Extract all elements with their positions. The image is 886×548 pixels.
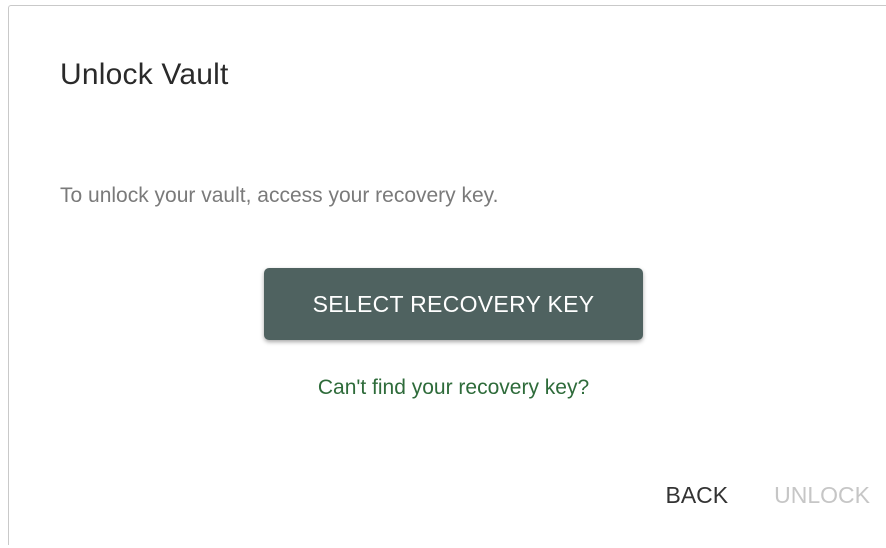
unlock-button[interactable]: UNLOCK [774,478,870,513]
select-recovery-key-button[interactable]: SELECT RECOVERY KEY [264,268,643,340]
unlock-vault-dialog: Unlock Vault To unlock your vault, acces… [8,5,886,545]
dialog-actions: BACK UNLOCK [666,478,871,513]
cant-find-recovery-key-link[interactable]: Can't find your recovery key? [264,376,643,400]
dialog-title: Unlock Vault [60,58,229,91]
dialog-message: To unlock your vault, access your recove… [60,184,499,207]
back-button[interactable]: BACK [666,478,729,513]
